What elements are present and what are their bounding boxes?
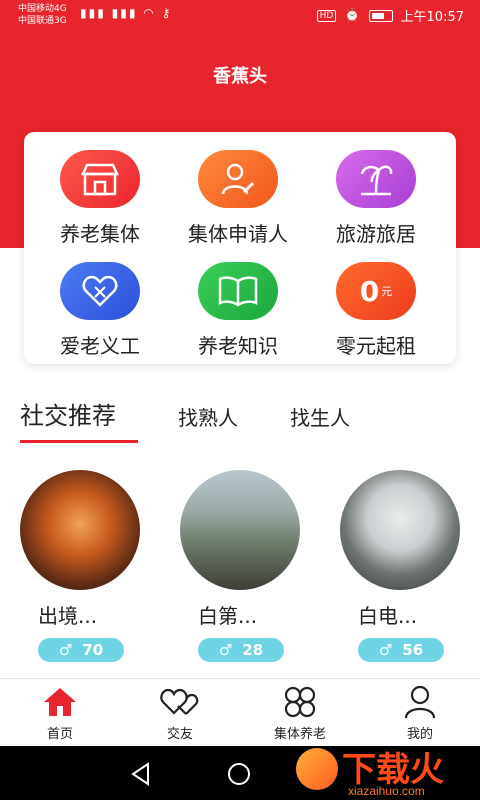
tab-find-acquaintance[interactable]: 找熟人 bbox=[178, 402, 238, 431]
feature-zero-rent[interactable]: 0元 零元起租 bbox=[306, 248, 446, 358]
gender-age-badge: ♂ 56 bbox=[358, 638, 444, 662]
signal-icon: ▮▮▮ bbox=[80, 6, 106, 20]
clover-icon bbox=[280, 685, 320, 719]
battery-icon bbox=[368, 9, 393, 22]
status-bar: 中国移动4G 中国联通3G ▮▮▮ ▮▮▮ ◠ ⚷ HD ⏰ 上午10:57 bbox=[0, 0, 480, 30]
tabbar-item-friends[interactable]: 交友 bbox=[120, 679, 240, 747]
male-icon: ♂ bbox=[378, 641, 393, 659]
avatar bbox=[340, 470, 460, 590]
feature-label: 爱老义工 bbox=[60, 334, 140, 358]
feature-knowledge[interactable]: 养老知识 bbox=[168, 248, 308, 358]
tabbar-label: 首页 bbox=[46, 727, 73, 742]
feature-volunteer[interactable]: 爱老义工 bbox=[30, 248, 170, 358]
back-icon[interactable] bbox=[130, 762, 152, 786]
palm-tree-icon bbox=[336, 150, 416, 208]
hd-badge: HD bbox=[316, 9, 337, 22]
user-edit-icon bbox=[198, 150, 278, 208]
feature-label: 集体申请人 bbox=[188, 222, 288, 246]
feature-label: 旅游旅居 bbox=[336, 222, 416, 246]
feature-group-applicant[interactable]: 集体申请人 bbox=[168, 136, 308, 246]
avatar bbox=[20, 470, 140, 590]
profile-icon bbox=[400, 685, 440, 719]
user-card[interactable]: 出境... ♂ 70 bbox=[10, 470, 150, 670]
gender-age-badge: ♂ 28 bbox=[198, 638, 284, 662]
feature-travel[interactable]: 旅游旅居 bbox=[306, 136, 446, 246]
user-name: 白电... bbox=[358, 604, 418, 628]
watermark-logo-icon bbox=[296, 748, 338, 790]
hearts-icon bbox=[160, 685, 200, 719]
active-tab-indicator bbox=[20, 440, 138, 443]
alarm-icon: ⏰ bbox=[344, 8, 361, 23]
user-name: 白第... bbox=[198, 604, 258, 628]
bottom-tab-bar: 首页 交友 集体养老 我的 bbox=[0, 678, 480, 746]
user-card[interactable]: 白第... ♂ 28 bbox=[170, 470, 310, 670]
clock: 上午10:57 bbox=[400, 10, 464, 25]
tabbar-item-group-care[interactable]: 集体养老 bbox=[240, 679, 360, 747]
watermark-url: xiazaihuo.com bbox=[348, 784, 425, 798]
male-icon: ♂ bbox=[58, 641, 73, 659]
feature-label: 养老集体 bbox=[60, 222, 140, 246]
carrier-1: 中国移动4G bbox=[18, 4, 67, 14]
signal-icons: ▮▮▮ ▮▮▮ ◠ ⚷ bbox=[80, 6, 172, 20]
feature-label: 养老知识 bbox=[198, 334, 278, 358]
tabbar-item-mine[interactable]: 我的 bbox=[360, 679, 480, 747]
feature-label: 零元起租 bbox=[336, 334, 416, 358]
tabbar-label: 交友 bbox=[166, 727, 193, 742]
signal-icon-2: ▮▮▮ bbox=[111, 6, 138, 20]
feature-grid-card: 养老集体 集体申请人 旅游旅居 爱老义工 养老知识 0元 零元起租 bbox=[24, 132, 456, 364]
avatar bbox=[180, 470, 300, 590]
wifi-icon: ◠ bbox=[143, 6, 156, 20]
home-icon bbox=[40, 685, 80, 719]
male-icon: ♂ bbox=[218, 641, 233, 659]
gender-age-badge: ♂ 70 bbox=[38, 638, 124, 662]
feature-elderly-group[interactable]: 养老集体 bbox=[30, 136, 170, 246]
user-age: 28 bbox=[242, 641, 264, 659]
heart-icon bbox=[60, 262, 140, 320]
page-title: 香蕉头 bbox=[213, 66, 267, 87]
home-button-icon[interactable] bbox=[228, 763, 250, 785]
watermark: 下载火 xiazaihuo.com bbox=[290, 740, 480, 800]
user-age: 56 bbox=[402, 641, 424, 659]
store-icon bbox=[60, 150, 140, 208]
book-icon bbox=[198, 262, 278, 320]
tab-find-stranger[interactable]: 找生人 bbox=[290, 402, 350, 431]
user-age: 70 bbox=[82, 641, 104, 659]
zero-yuan-icon: 0元 bbox=[336, 262, 416, 320]
carrier-2: 中国联通3G bbox=[18, 16, 67, 26]
carrier-info: 中国移动4G 中国联通3G bbox=[18, 3, 67, 27]
user-card[interactable]: 白电... ♂ 56 bbox=[330, 470, 470, 670]
user-name: 出境... bbox=[38, 604, 98, 628]
tabbar-item-home[interactable]: 首页 bbox=[0, 679, 120, 747]
status-right: HD ⏰ 上午10:57 bbox=[316, 6, 464, 25]
key-icon: ⚷ bbox=[161, 6, 173, 20]
tab-recommend[interactable]: 社交推荐 bbox=[20, 396, 116, 431]
